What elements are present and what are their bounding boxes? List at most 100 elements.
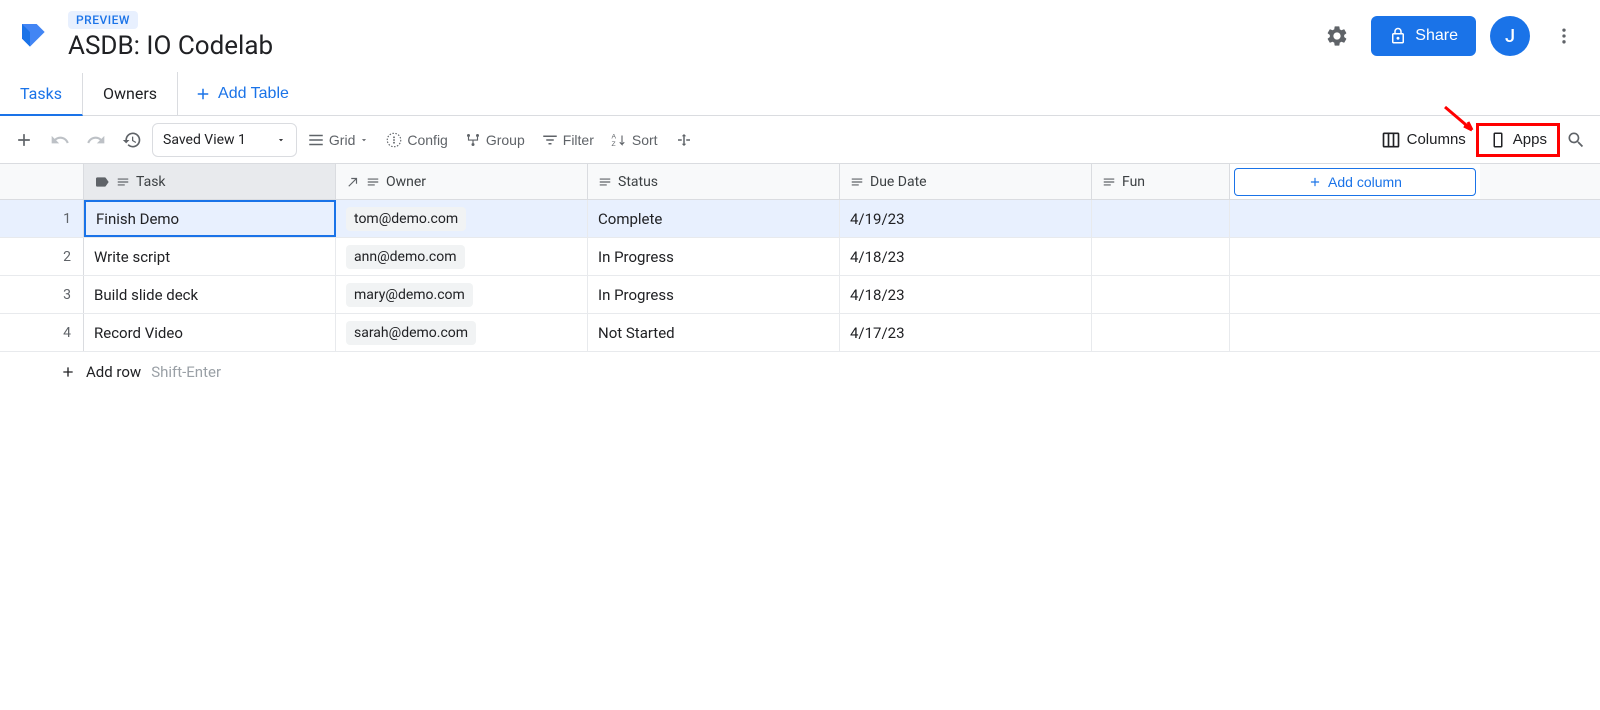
cell-due-date[interactable]: 4/18/23 — [840, 276, 1092, 313]
redo-button[interactable] — [80, 124, 112, 156]
group-label: Group — [486, 132, 525, 148]
cell-task[interactable]: Record Video — [84, 314, 336, 351]
cell-fun[interactable] — [1092, 200, 1230, 237]
owner-chip[interactable]: sarah@demo.com — [346, 321, 476, 345]
more-vert-icon — [1554, 26, 1574, 46]
more-menu-button[interactable] — [1544, 16, 1584, 56]
config-button[interactable]: Config — [379, 124, 453, 156]
grid-header-row: Task Owner Status Due Date Fun Add colum… — [0, 164, 1600, 200]
cell-empty[interactable] — [1230, 314, 1480, 351]
row-number: 2 — [0, 238, 84, 275]
column-header-due-date[interactable]: Due Date — [840, 164, 1092, 199]
undo-button[interactable] — [44, 124, 76, 156]
cell-task[interactable]: Write script — [84, 238, 336, 275]
history-button[interactable] — [116, 124, 148, 156]
list-icon — [307, 131, 325, 149]
filter-label: Filter — [563, 132, 594, 148]
cell-fun[interactable] — [1092, 276, 1230, 313]
header-actions: Share J — [1317, 16, 1584, 56]
search-button[interactable] — [1560, 124, 1592, 156]
column-header-owner[interactable]: Owner — [336, 164, 588, 199]
plus-icon — [60, 364, 76, 380]
config-label: Config — [407, 132, 447, 148]
document-title[interactable]: ASDB: IO Codelab — [68, 31, 1317, 61]
add-row-button[interactable]: Add row Shift-Enter — [0, 352, 1600, 392]
add-column-label: Add column — [1328, 174, 1402, 190]
column-header-task[interactable]: Task — [84, 164, 336, 199]
grid-view-button[interactable]: Grid — [301, 124, 375, 156]
cell-status[interactable]: In Progress — [588, 238, 840, 275]
columns-label: Columns — [1407, 131, 1466, 148]
view-selector[interactable]: Saved View 1 — [152, 123, 297, 157]
column-label: Due Date — [870, 174, 927, 190]
add-table-button[interactable]: Add Table — [178, 72, 305, 115]
add-row-hint: Shift-Enter — [151, 363, 221, 381]
cell-status[interactable]: In Progress — [588, 276, 840, 313]
owner-chip[interactable]: mary@demo.com — [346, 283, 473, 307]
add-column-button[interactable]: Add column — [1234, 168, 1476, 196]
row-height-button[interactable] — [668, 124, 700, 156]
title-area: PREVIEW ASDB: IO Codelab — [68, 11, 1317, 61]
text-icon — [366, 175, 380, 189]
svg-text:A: A — [611, 133, 616, 140]
cell-fun[interactable] — [1092, 314, 1230, 351]
tabs-row: Tasks Owners Add Table — [0, 72, 1600, 116]
tab-tasks[interactable]: Tasks — [0, 73, 83, 116]
settings-button[interactable] — [1317, 16, 1357, 56]
table-row[interactable]: 1 Finish Demo tom@demo.com Complete 4/19… — [0, 200, 1600, 238]
owner-chip[interactable]: tom@demo.com — [346, 207, 466, 231]
tab-owners[interactable]: Owners — [83, 72, 178, 115]
grid-label: Grid — [329, 132, 355, 148]
add-button[interactable] — [8, 124, 40, 156]
device-icon — [1489, 131, 1507, 149]
group-button[interactable]: Group — [458, 124, 531, 156]
cell-owner[interactable]: ann@demo.com — [336, 238, 588, 275]
row-number: 3 — [0, 276, 84, 313]
row-number: 4 — [0, 314, 84, 351]
cell-owner[interactable]: sarah@demo.com — [336, 314, 588, 351]
svg-text:Z: Z — [611, 141, 615, 148]
column-header-fun[interactable]: Fun — [1092, 164, 1230, 199]
cell-status[interactable]: Complete — [588, 200, 840, 237]
data-grid: Task Owner Status Due Date Fun Add colum… — [0, 164, 1600, 392]
app-logo[interactable] — [12, 14, 56, 58]
cell-owner[interactable]: tom@demo.com — [336, 200, 588, 237]
column-header-status[interactable]: Status — [588, 164, 840, 199]
columns-button[interactable]: Columns — [1371, 123, 1476, 157]
plus-icon — [194, 85, 212, 103]
sort-button[interactable]: AZ Sort — [604, 124, 664, 156]
column-label: Status — [618, 174, 658, 190]
add-row-label: Add row — [86, 363, 141, 381]
plus-icon — [1308, 175, 1322, 189]
cell-empty[interactable] — [1230, 200, 1480, 237]
column-label: Task — [136, 174, 166, 190]
apps-button[interactable]: Apps — [1476, 123, 1560, 157]
label-icon — [94, 174, 110, 190]
table-row[interactable]: 4 Record Video sarah@demo.com Not Starte… — [0, 314, 1600, 352]
cell-empty[interactable] — [1230, 276, 1480, 313]
columns-icon — [1381, 130, 1401, 150]
share-button-label: Share — [1415, 27, 1458, 45]
share-button[interactable]: Share — [1371, 16, 1476, 56]
table-row[interactable]: 2 Write script ann@demo.com In Progress … — [0, 238, 1600, 276]
filter-button[interactable]: Filter — [535, 124, 600, 156]
user-avatar[interactable]: J — [1490, 16, 1530, 56]
cell-due-date[interactable]: 4/19/23 — [840, 200, 1092, 237]
cell-status[interactable]: Not Started — [588, 314, 840, 351]
cell-due-date[interactable]: 4/18/23 — [840, 238, 1092, 275]
redo-icon — [86, 130, 106, 150]
column-header-add: Add column — [1230, 164, 1480, 199]
cell-empty[interactable] — [1230, 238, 1480, 275]
config-icon — [385, 131, 403, 149]
column-label: Owner — [386, 174, 426, 190]
cell-owner[interactable]: mary@demo.com — [336, 276, 588, 313]
cell-task[interactable]: Build slide deck — [84, 276, 336, 313]
cell-due-date[interactable]: 4/17/23 — [840, 314, 1092, 351]
owner-chip[interactable]: ann@demo.com — [346, 245, 465, 269]
cell-task[interactable]: Finish Demo — [84, 200, 336, 237]
search-icon — [1566, 130, 1586, 150]
column-label: Fun — [1122, 174, 1145, 190]
table-row[interactable]: 3 Build slide deck mary@demo.com In Prog… — [0, 276, 1600, 314]
cell-fun[interactable] — [1092, 238, 1230, 275]
add-table-label: Add Table — [218, 85, 289, 103]
